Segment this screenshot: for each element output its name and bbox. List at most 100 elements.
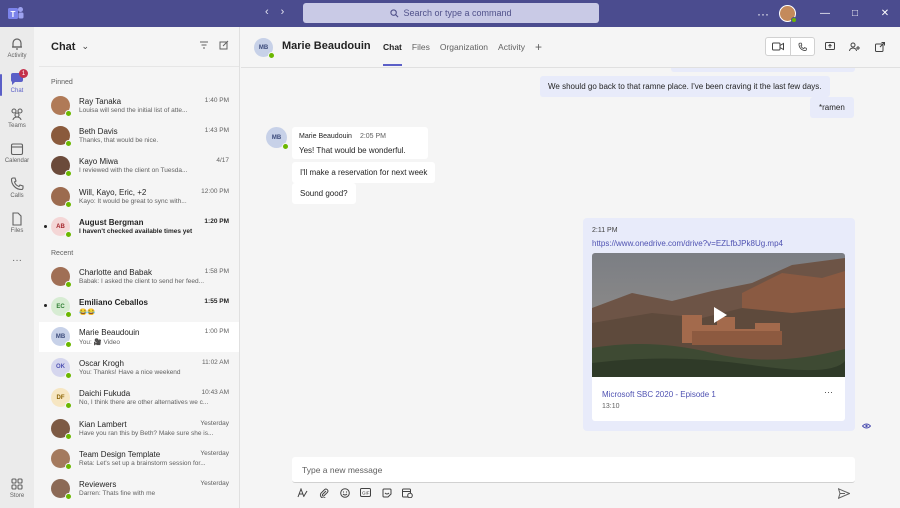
more-options-icon[interactable]: ··· bbox=[751, 7, 775, 21]
message-text: Sound good? bbox=[300, 189, 348, 198]
schedule-meeting-icon[interactable] bbox=[401, 488, 414, 500]
back-arrow-icon[interactable]: ‹ bbox=[265, 6, 269, 18]
contact-avatar[interactable]: MB bbox=[254, 38, 275, 59]
title-bar: T ‹ › Search or type a command ··· — □ ✕ bbox=[0, 0, 900, 27]
video-link[interactable]: https://www.onedrive.com/drive?v=EZLfbJP… bbox=[592, 239, 783, 248]
compose-placeholder: Type a new message bbox=[302, 464, 383, 475]
sticker-icon[interactable] bbox=[380, 488, 393, 500]
unread-badge: 1 bbox=[19, 69, 28, 78]
avatar: DF bbox=[51, 388, 72, 410]
format-icon[interactable] bbox=[296, 487, 309, 500]
avatar bbox=[51, 186, 72, 208]
chat-list-item[interactable]: Kayo Miwa 4/17 I reviewed with the client … bbox=[39, 151, 239, 181]
forward-arrow-icon[interactable]: › bbox=[281, 6, 285, 18]
chat-icon: 1 bbox=[10, 69, 28, 86]
chat-list-item[interactable]: Reviewers Yesterday Darren: Thats fine wit… bbox=[39, 474, 239, 504]
presence-available-icon bbox=[65, 371, 72, 379]
presence-available-icon bbox=[65, 200, 72, 208]
search-icon bbox=[390, 8, 399, 17]
audio-call-icon[interactable] bbox=[790, 38, 814, 55]
chat-list-item[interactable]: Team Design Template Yesterday Reta: Let's… bbox=[39, 443, 239, 473]
message-author: Marie Beaudouin bbox=[299, 133, 352, 140]
rail-chat[interactable]: 1 Chat bbox=[0, 69, 34, 96]
maximize-button[interactable]: □ bbox=[840, 8, 870, 19]
rail-calendar[interactable]: Calendar bbox=[0, 142, 34, 164]
chat-preview: 😂😂 bbox=[79, 308, 96, 316]
video-title[interactable]: Microsoft SBC 2020 - Episode 1 bbox=[602, 390, 716, 399]
message-time: 2:05 PM bbox=[359, 133, 387, 140]
share-screen-icon[interactable] bbox=[819, 37, 840, 56]
more-options-icon[interactable]: ··· bbox=[824, 387, 833, 397]
rail-teams[interactable]: Teams bbox=[0, 107, 34, 129]
minimize-button[interactable]: — bbox=[810, 8, 840, 19]
rail-label: Calendar bbox=[4, 158, 30, 164]
gif-icon[interactable]: GIF bbox=[359, 488, 372, 500]
presence-available-icon bbox=[65, 493, 72, 501]
rail-files[interactable]: Files bbox=[0, 212, 34, 234]
avatar bbox=[51, 95, 72, 117]
emoji-icon[interactable] bbox=[338, 488, 351, 500]
add-tab-icon[interactable]: + bbox=[535, 40, 542, 54]
chat-preview: No, I think there are other alternatives… bbox=[79, 399, 209, 407]
close-button[interactable]: ✕ bbox=[870, 8, 900, 19]
presence-available-icon bbox=[65, 341, 72, 349]
tab-activity[interactable]: Activity bbox=[498, 42, 525, 54]
attach-icon[interactable] bbox=[317, 488, 330, 500]
presence-available-icon bbox=[65, 402, 72, 410]
calendar-icon bbox=[10, 143, 24, 156]
chat-name: Oscar Krogh bbox=[79, 358, 124, 368]
video-message-card: 2:11 PM https://www.onedrive.com/drive?v… bbox=[583, 218, 855, 431]
chat-list-item[interactable]: OK Oscar Krogh 11:02 AM You: Thanks! Have a… bbox=[39, 352, 239, 382]
rail-store[interactable]: Store bbox=[0, 477, 34, 499]
chat-name: August Bergman bbox=[79, 218, 144, 228]
rail-activity[interactable]: Activity bbox=[0, 37, 34, 59]
chat-preview: I haven't checked available times yet bbox=[79, 228, 193, 236]
recent-section-label: Recent bbox=[51, 249, 74, 257]
pinned-chat-list: Ray Tanaka 1:40 PM Louisa will send the in… bbox=[39, 90, 239, 242]
avatar: OK bbox=[51, 357, 72, 379]
rail-more[interactable]: ··· bbox=[0, 255, 34, 266]
message-text: I'll make a reservation for next week bbox=[300, 168, 428, 177]
chat-list-item[interactable]: EC Emiliano Ceballos 1:55 PM 😂😂 bbox=[39, 291, 239, 321]
pop-out-icon[interactable] bbox=[869, 37, 890, 56]
chat-list-item[interactable]: MB Marie Beaudouin 1:00 PM You: 🎥 Video bbox=[39, 321, 239, 353]
chat-list-item[interactable]: Will, Kayo, Eric, +2 12:00 PM Kayo: It wou… bbox=[39, 181, 239, 211]
call-buttons bbox=[765, 37, 815, 56]
tab-chat[interactable]: Chat bbox=[383, 42, 402, 66]
more-apps-icon: ··· bbox=[12, 255, 22, 266]
message-compose-input[interactable]: Type a new message bbox=[292, 457, 855, 483]
contact-name[interactable]: Marie Beaudouin bbox=[282, 40, 371, 52]
presence-available-icon bbox=[65, 462, 72, 470]
video-call-icon[interactable] bbox=[766, 38, 790, 55]
chat-list-item[interactable]: DF Daichi Fukuda 10:43 AM No, I think there… bbox=[39, 383, 239, 413]
add-people-icon[interactable] bbox=[844, 37, 865, 56]
chat-time: 1:00 PM bbox=[204, 327, 229, 335]
chat-list-item[interactable]: Ray Tanaka 1:40 PM Louisa will send the in… bbox=[39, 90, 239, 120]
presence-available-icon bbox=[65, 280, 72, 288]
new-chat-icon[interactable] bbox=[219, 40, 229, 50]
chat-list-item[interactable]: Beth Davis 1:43 PM Thanks, that would be n… bbox=[39, 120, 239, 150]
message-text: We should go back to that ramne place. I… bbox=[548, 82, 822, 91]
avatar bbox=[51, 266, 72, 288]
file-icon bbox=[12, 212, 22, 226]
video-thumbnail[interactable] bbox=[592, 253, 845, 377]
avatar: MB bbox=[51, 327, 72, 349]
send-icon[interactable] bbox=[837, 487, 851, 502]
user-avatar[interactable] bbox=[779, 5, 797, 23]
chat-name: Reviewers bbox=[79, 480, 117, 490]
bell-icon bbox=[12, 38, 22, 50]
tab-files[interactable]: Files bbox=[412, 42, 430, 54]
chat-list-item[interactable]: Charlotte and Babak 1:58 PM Babak: I asked… bbox=[39, 261, 239, 291]
search-input[interactable]: Search or type a command bbox=[303, 3, 599, 23]
chat-time: 10:43 AM bbox=[201, 389, 229, 397]
chat-list-item[interactable]: Kian Lambert Yesterday Have you ran this b… bbox=[39, 413, 239, 443]
chat-name: Will, Kayo, Eric, +2 bbox=[79, 187, 147, 197]
rail-calls[interactable]: Calls bbox=[0, 177, 34, 199]
chevron-down-icon[interactable]: ⌄ bbox=[81, 41, 89, 52]
filter-icon[interactable] bbox=[199, 40, 209, 50]
chat-list-item[interactable]: AB August Bergman 1:20 PM I haven't checked… bbox=[39, 212, 239, 242]
tab-organization[interactable]: Organization bbox=[440, 42, 488, 54]
search-placeholder: Search or type a command bbox=[403, 8, 512, 18]
sender-avatar[interactable]: MB bbox=[266, 127, 289, 150]
play-icon[interactable] bbox=[709, 305, 729, 325]
